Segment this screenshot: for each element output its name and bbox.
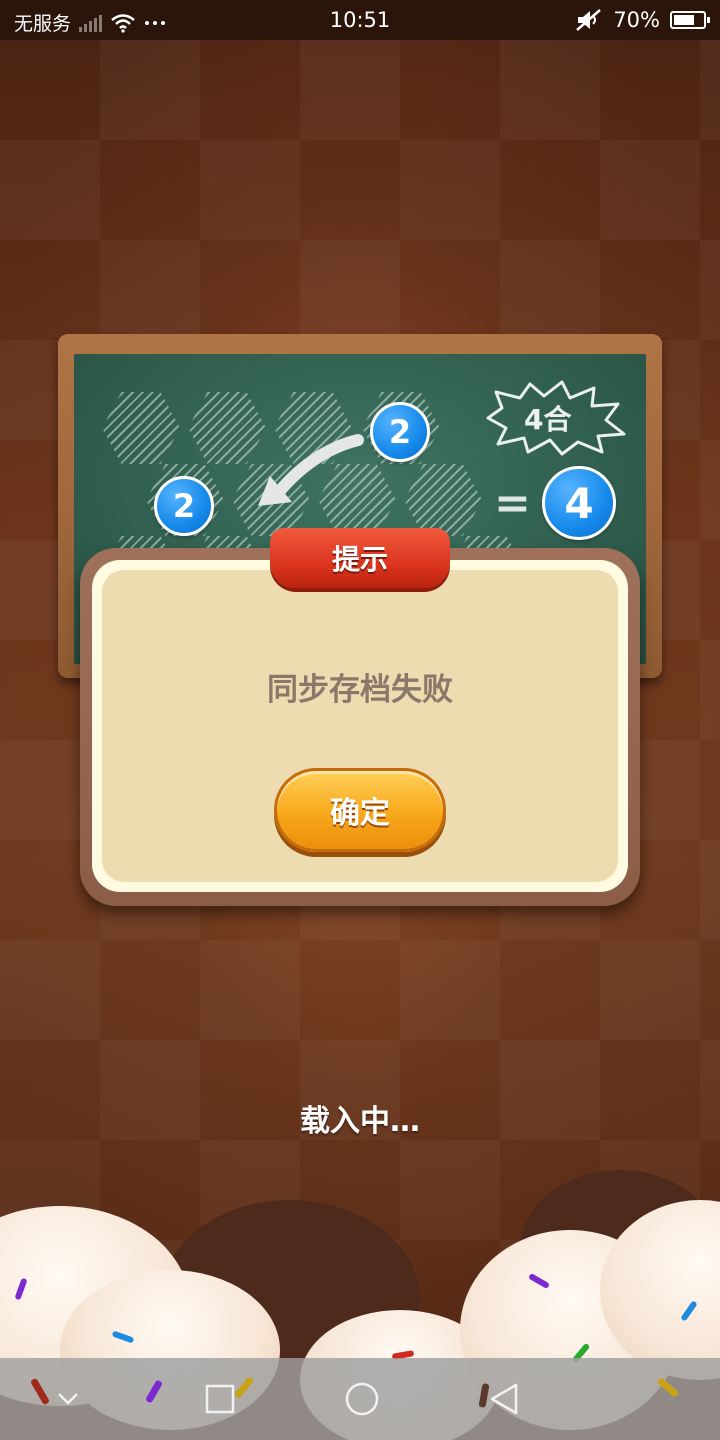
square-icon bbox=[205, 1384, 235, 1414]
recent-apps-button[interactable] bbox=[170, 1358, 270, 1440]
circle-icon bbox=[345, 1382, 379, 1416]
equals-sign: = bbox=[494, 478, 531, 529]
arrow-icon bbox=[258, 434, 364, 506]
chevron-down-icon bbox=[58, 1393, 78, 1405]
back-button[interactable] bbox=[454, 1358, 554, 1440]
dialog-title-ribbon: 提示 bbox=[270, 528, 450, 588]
cloud-decoration bbox=[0, 1160, 720, 1440]
mute-icon bbox=[576, 9, 602, 31]
result-bubble: 4 bbox=[542, 466, 616, 540]
dialog-title: 提示 bbox=[331, 543, 388, 576]
burst-label: 4合 bbox=[524, 403, 572, 436]
battery-percent: 70% bbox=[613, 8, 660, 32]
hide-nav-button[interactable] bbox=[18, 1358, 118, 1440]
status-bar: 无服务 10:51 70% bbox=[0, 0, 720, 40]
confirm-button-label: 确定 bbox=[330, 796, 390, 831]
back-triangle-icon bbox=[490, 1383, 518, 1415]
number-bubble-left: 2 bbox=[154, 476, 214, 536]
loading-text: 载入中… bbox=[300, 1104, 420, 1139]
dialog-message: 同步存档失败 bbox=[267, 672, 453, 708]
home-button[interactable] bbox=[312, 1358, 412, 1440]
confirm-button[interactable]: 确定 bbox=[274, 768, 446, 852]
number-bubble-top: 2 bbox=[370, 402, 430, 462]
navigation-bar bbox=[0, 1358, 720, 1440]
battery-icon bbox=[670, 11, 710, 29]
hex-cell bbox=[102, 392, 180, 464]
hex-cell bbox=[404, 464, 482, 536]
